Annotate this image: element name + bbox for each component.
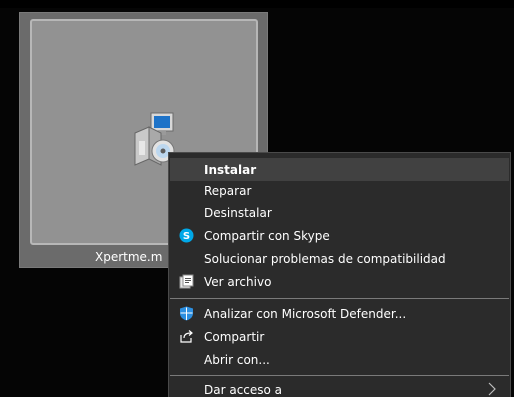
menu-item-label: Desinstalar xyxy=(204,205,272,220)
chevron-right-icon xyxy=(488,382,496,396)
skype-icon: S xyxy=(179,228,194,243)
menu-item-label: Analizar con Microsoft Defender... xyxy=(204,306,407,321)
menu-item-analizar-defender[interactable]: Analizar con Microsoft Defender... xyxy=(170,302,509,325)
menu-item-label: Abrir con... xyxy=(204,352,270,367)
menu-item-abrir-con[interactable]: Abrir con... xyxy=(170,348,509,371)
menu-item-label: Compartir xyxy=(204,329,265,344)
menu-item-compartir[interactable]: Compartir xyxy=(170,325,509,348)
menu-item-label: Compartir con Skype xyxy=(204,228,330,243)
share-icon xyxy=(180,330,193,343)
menu-item-dar-acceso[interactable]: Dar acceso a xyxy=(170,378,509,397)
desktop: Xpertme.m Instalar Reparar Desinstalar S… xyxy=(0,0,514,397)
archive-icon xyxy=(179,274,194,289)
top-strip xyxy=(0,0,514,8)
menu-separator xyxy=(170,375,509,376)
menu-item-reparar[interactable]: Reparar xyxy=(170,179,509,202)
menu-item-label: Dar acceso a xyxy=(204,382,283,397)
menu-item-desinstalar[interactable]: Desinstalar xyxy=(170,201,509,224)
menu-item-label: Reparar xyxy=(204,183,252,198)
menu-item-compartir-skype[interactable]: S Compartir con Skype xyxy=(170,224,509,247)
menu-item-instalar[interactable]: Instalar xyxy=(170,158,509,181)
defender-shield-icon xyxy=(180,306,193,321)
menu-item-ver-archivo[interactable]: Ver archivo xyxy=(170,270,509,293)
menu-item-label: Solucionar problemas de compatibilidad xyxy=(204,251,446,266)
svg-text:S: S xyxy=(183,231,190,242)
menu-separator xyxy=(170,298,509,299)
menu-item-label: Instalar xyxy=(204,162,257,177)
menu-item-solucionar-compatibilidad[interactable]: Solucionar problemas de compatibilidad xyxy=(170,247,509,270)
menu-item-label: Ver archivo xyxy=(204,274,272,289)
context-menu: Instalar Reparar Desinstalar S Compartir… xyxy=(168,152,511,397)
